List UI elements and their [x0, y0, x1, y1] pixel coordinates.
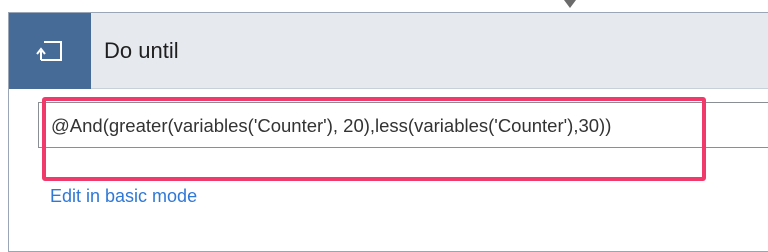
connector-arrow-icon [564, 0, 576, 8]
card-header[interactable]: Do until [9, 13, 768, 89]
action-title: Do until [104, 38, 179, 63]
edit-in-basic-mode-link[interactable]: Edit in basic mode [50, 186, 197, 207]
loop-return-icon [36, 41, 62, 61]
condition-expression-input[interactable]: @And(greater(variables('Counter'), 20),l… [39, 103, 768, 147]
condition-expression-field[interactable]: @And(greater(variables('Counter'), 20),l… [38, 102, 768, 148]
action-icon-tile [9, 13, 91, 89]
designer-canvas: Do until @And(greater(variables('Counter… [0, 0, 768, 252]
